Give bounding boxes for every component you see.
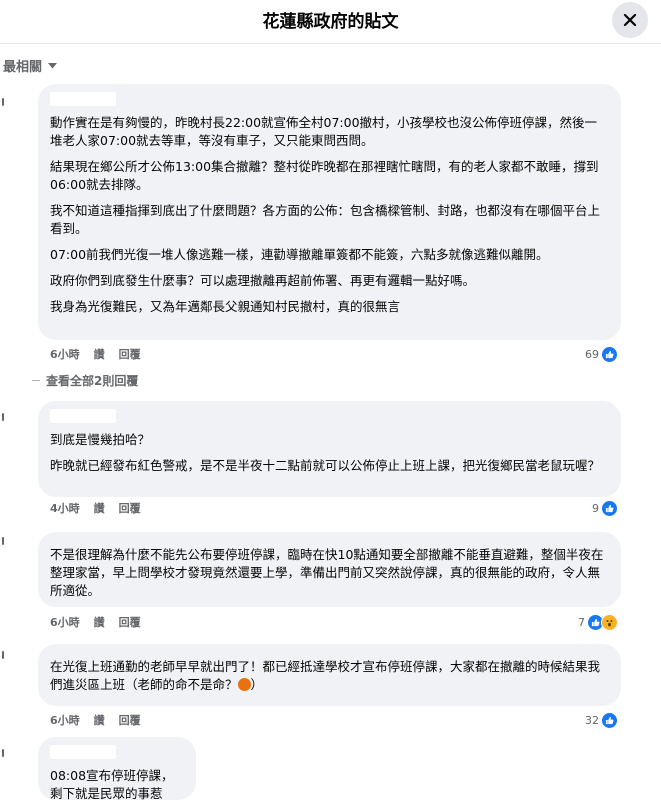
reply-link[interactable]: 回覆	[119, 712, 141, 728]
thread-marker	[2, 98, 4, 106]
caret-down-icon	[48, 62, 58, 68]
comment-text: 我身為光復難民，又為年邁鄰長父親通知村民撤村，真的很無言	[50, 299, 401, 314]
reaction-summary[interactable]: 32	[585, 711, 618, 729]
like-reaction-icon	[601, 711, 618, 729]
comment-bubble: 不是很理解為什麼不能先公布要停班停課，臨時在快10點通知要全部撤離不能垂直避難，…	[38, 532, 621, 607]
comment-actions: 6小時 讚 回覆	[50, 713, 141, 727]
comment-text: 08:08宣布停班停課，	[50, 768, 174, 783]
comment-text: 政府你們到底發生什麼事？可以處理撤離再超前佈署、再更有邏輯一點好嗎。	[50, 273, 476, 288]
comment-text-body: 在光復上班通勤的老師早早就出門了！都已經抵達學校才宣布停班停課，大家都在撤離的時…	[50, 659, 601, 692]
sort-label: 最相關	[3, 60, 43, 75]
comment-text: 昨晚就已經發布紅色警戒，是不是半夜十二點前就可以公佈停止上班上課，把光復鄉民當老…	[50, 458, 601, 473]
reaction-summary[interactable]: 9	[592, 499, 618, 517]
comment-timestamp[interactable]: 4小時	[50, 500, 80, 516]
like-link[interactable]: 讚	[94, 346, 105, 362]
comment-text: 剩下就是民眾的事惹	[50, 786, 163, 800]
comment-text: 在光復上班通勤的老師早早就出門了！都已經抵達學校才宣布停班停課，大家都在撤離的時…	[50, 658, 609, 694]
post-header: 花蓮縣政府的貼文	[0, 0, 661, 44]
comment-text: 不是很理解為什麼不能先公布要停班停課，臨時在快10點通知要全部撤離不能垂直避難，…	[50, 547, 604, 598]
comment-bubble: 到底是慢幾拍哈？ 昨晚就已經發布紅色警戒，是不是半夜十二點前就可以公佈停止上班上…	[38, 401, 621, 497]
like-reaction-icon	[601, 499, 618, 517]
comment-actions: 4小時 讚 回覆	[50, 501, 141, 515]
like-link[interactable]: 讚	[94, 712, 105, 728]
close-icon	[623, 13, 637, 27]
reaction-count: 69	[585, 347, 599, 361]
comment-actions: 6小時 讚 回覆	[50, 615, 141, 629]
redacted-author-name	[50, 409, 116, 423]
thread-marker	[2, 749, 4, 757]
comment-text-tail: ）	[250, 677, 264, 692]
like-link[interactable]: 讚	[94, 614, 105, 630]
comment-timestamp[interactable]: 6小時	[50, 614, 80, 630]
thread-marker	[2, 537, 4, 545]
comment-bubble: 08:08宣布停班停課， 剩下就是民眾的事惹	[38, 737, 196, 800]
reaction-count: 32	[585, 713, 599, 727]
like-link[interactable]: 讚	[94, 500, 105, 516]
like-reaction-icon	[601, 345, 618, 363]
reply-link[interactable]: 回覆	[119, 346, 141, 362]
page-title: 花蓮縣政府的貼文	[262, 12, 399, 32]
reply-link[interactable]: 回覆	[119, 614, 141, 630]
reaction-summary[interactable]: 7	[578, 613, 618, 631]
comment-text: 我不知道這種指揮到底出了什麼問題？各方面的公佈：包含橋樑管制、封路，也都沒有在哪…	[50, 203, 601, 236]
view-replies-link[interactable]: 查看全部2則回覆	[32, 372, 138, 389]
comment-text: 到底是慢幾拍哈？	[50, 432, 151, 447]
redacted-author-name	[50, 92, 116, 106]
reply-rail	[32, 380, 40, 381]
thread-marker	[2, 651, 4, 659]
comment-text: 結果現在鄉公所才公佈13:00集合撤離？整村從昨晚都在那裡瞎忙瞎問，有的老人家都…	[50, 159, 599, 192]
angry-face-icon	[237, 678, 251, 691]
reaction-count: 9	[592, 501, 599, 515]
sort-dropdown[interactable]: 最相關	[3, 56, 58, 75]
comment-timestamp[interactable]: 6小時	[50, 712, 80, 728]
redacted-author-name	[50, 745, 116, 759]
comment-text: 動作實在是有夠慢的，昨晚村長22:00就宣佈全村07:00撤村，小孩學校也沒公佈…	[50, 115, 598, 148]
close-button[interactable]	[612, 2, 648, 38]
reaction-count: 7	[578, 615, 585, 629]
wow-reaction-icon	[601, 613, 618, 631]
comment-timestamp[interactable]: 6小時	[50, 346, 80, 362]
thread-marker	[2, 413, 4, 421]
view-replies-label: 查看全部2則回覆	[46, 374, 139, 388]
comment-text: 07:00前我們光復一堆人像逃難一樣，連勸導撤離單簽都不能簽，六點多就像逃難似離…	[50, 247, 549, 262]
reply-link[interactable]: 回覆	[119, 500, 141, 516]
comment-bubble: 動作實在是有夠慢的，昨晚村長22:00就宣佈全村07:00撤村，小孩學校也沒公佈…	[38, 84, 621, 340]
reaction-summary[interactable]: 69	[585, 345, 618, 363]
comment-bubble: 在光復上班通勤的老師早早就出門了！都已經抵達學校才宣布停班停課，大家都在撤離的時…	[38, 644, 621, 706]
comment-actions: 6小時 讚 回覆	[50, 347, 141, 361]
